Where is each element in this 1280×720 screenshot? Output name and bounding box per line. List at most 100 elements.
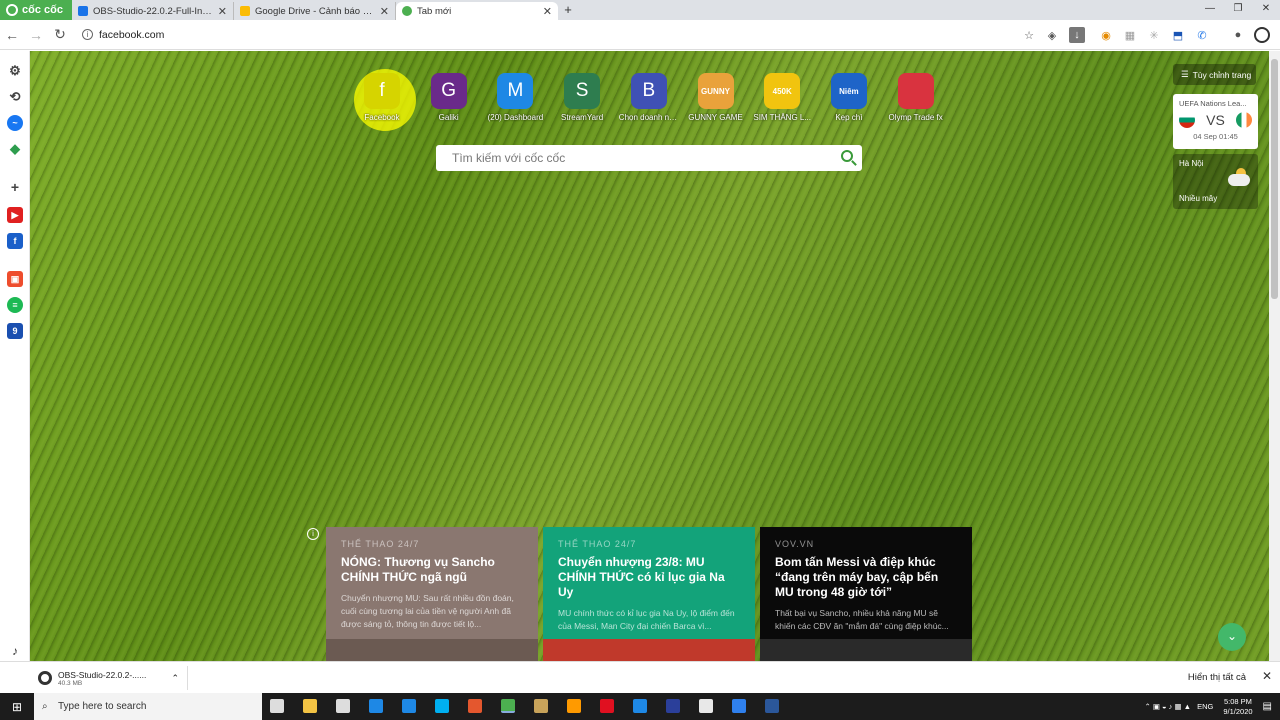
tab-title: Tab mới	[417, 5, 452, 17]
add-icon[interactable]: +	[7, 179, 23, 195]
menu-icon[interactable]	[1254, 27, 1270, 43]
coccoc-app-icon[interactable]	[468, 699, 482, 713]
chrome-icon[interactable]	[699, 699, 713, 713]
info-icon[interactable]: i	[82, 29, 93, 40]
sale-icon[interactable]: 9	[7, 323, 23, 339]
news-thumbnail	[543, 639, 755, 661]
download-icon[interactable]: ↓	[1069, 27, 1085, 43]
news-description: Thất bại vụ Sancho, nhiều khả năng MU sẽ…	[775, 608, 949, 631]
clock[interactable]: 5:08 PM 9/1/2020	[1223, 697, 1252, 717]
shortcut-gunny-game[interactable]: GUNNY GUNNY GAME	[686, 73, 746, 122]
tab-close-icon[interactable]: ✕	[380, 5, 389, 18]
tray-icons[interactable]: ⌃ ▣ ◒ ♪ ▦ ▲	[1144, 702, 1191, 711]
news-headline: Chuyển nhượng 23/8: MU CHÍNH THỨC có kỉ …	[558, 555, 725, 599]
news-card[interactable]: THỂ THAO 24/7 NÓNG: Thương vụ Sancho CHÍN…	[326, 527, 538, 661]
shortcut-olymp-trade-fx[interactable]: Olymp Trade fx	[886, 73, 946, 122]
notification-bell-icon[interactable]: ♪	[7, 643, 23, 659]
file-explorer-icon[interactable]	[303, 699, 317, 713]
extension-icon[interactable]: ◉	[1098, 27, 1114, 43]
download-item[interactable]: OBS-Studio-22.0.2-...... 40.3 MB ⌃	[38, 666, 188, 690]
match-date: 04 Sep 01:45	[1193, 132, 1238, 141]
chevron-up-icon[interactable]: ⌃	[171, 673, 179, 684]
close-window-button[interactable]: ✕	[1252, 0, 1280, 20]
illustrator-icon[interactable]	[567, 699, 581, 713]
extension-icon[interactable]: ✳	[1146, 27, 1162, 43]
tab-new[interactable]: Tab mới ✕	[396, 2, 558, 20]
profile-icon[interactable]: ●	[1230, 27, 1246, 43]
weather-widget[interactable]: Hà Nội Nhiều mây	[1173, 154, 1258, 209]
shortcut--20-dashboard[interactable]: M (20) Dashboard	[485, 73, 545, 122]
extension-icon[interactable]: ✆	[1194, 27, 1210, 43]
app-icon[interactable]	[633, 699, 647, 713]
photoshop-icon[interactable]	[666, 699, 680, 713]
shortcut-icon	[897, 73, 934, 109]
search-box[interactable]: Tìm kiếm với cốc cốc	[436, 145, 862, 171]
news-description: MU chính thức có kỉ lục gia Na Uy, lộ đi…	[558, 608, 735, 631]
address-text[interactable]: facebook.com	[99, 29, 164, 41]
news-card[interactable]: THỂ THAO 24/7 Chuyển nhượng 23/8: MU CHÍN…	[543, 527, 755, 661]
history-icon[interactable]: ⟲	[7, 89, 23, 105]
edge-icon[interactable]	[369, 699, 383, 713]
tab-google-drive[interactable]: Google Drive - Cảnh báo quét ✕	[234, 2, 396, 20]
back-icon[interactable]: ←	[0, 27, 24, 43]
close-download-bar-icon[interactable]: ✕	[1262, 669, 1272, 683]
windows-start-icon[interactable]: ⊞	[0, 700, 34, 714]
customize-page-button[interactable]: ☰ Tùy chỉnh trang	[1173, 64, 1256, 85]
coccoc-menu-button[interactable]: cốc cốc	[0, 0, 72, 20]
news-card[interactable]: VOV.VN Bom tấn Messi và điệp khúc “đang t…	[760, 527, 972, 661]
language-indicator[interactable]: ENG	[1197, 702, 1213, 711]
extension-icon[interactable]: ⬒	[1170, 27, 1186, 43]
shortcut-galiki[interactable]: G Galiki	[419, 73, 479, 122]
reload-icon[interactable]: ↻	[48, 26, 72, 43]
shortcut-icon: S	[564, 73, 601, 109]
youtube-icon[interactable]: ▶	[7, 207, 23, 223]
zalo-icon[interactable]	[732, 699, 746, 713]
store-icon[interactable]	[336, 699, 350, 713]
tab-obs[interactable]: OBS-Studio-22.0.2-Full-Install ✕	[72, 2, 234, 20]
maximize-button[interactable]: ❐	[1224, 0, 1252, 20]
messenger-icon[interactable]: ~	[7, 115, 23, 131]
show-all-downloads[interactable]: Hiển thị tất cả	[1188, 672, 1246, 683]
browser-toolbar: ← → ↻ i facebook.com	[0, 20, 1280, 50]
shortcut-facebook[interactable]: f Facebook	[352, 73, 412, 122]
task-view-icon[interactable]	[270, 699, 284, 713]
chevron-down-icon[interactable]: ⌄	[1218, 623, 1246, 651]
shortcut-streamyard[interactable]: S StreamYard	[552, 73, 612, 122]
star-icon[interactable]: ☆	[1021, 27, 1037, 43]
coccoc-icon[interactable]	[501, 699, 515, 713]
tab-close-icon[interactable]: ✕	[543, 5, 552, 18]
shortcut-label: Olymp Trade fx	[888, 113, 943, 122]
shortcut-ch-n-doanh-ng[interactable]: B Chọn doanh ng...	[619, 73, 679, 122]
forward-icon[interactable]: →	[24, 27, 48, 43]
tab-strip: cốc cốc OBS-Studio-22.0.2-Full-Install ✕ …	[0, 0, 1280, 20]
info-icon[interactable]: i	[307, 528, 319, 540]
mail-icon[interactable]	[402, 699, 416, 713]
brand-label: cốc cốc	[22, 4, 63, 16]
taskbar-search[interactable]: ⌕ Type here to search	[34, 693, 262, 720]
shopee-icon[interactable]: ▣	[7, 271, 23, 287]
gamepad-icon[interactable]: ◆	[7, 141, 23, 157]
new-tab-button[interactable]: +	[558, 2, 578, 20]
scrollbar[interactable]	[1269, 51, 1280, 661]
facebook-icon[interactable]: f	[7, 233, 23, 249]
match-widget[interactable]: UEFA Nations Lea... VS 04 Sep 01:45	[1173, 94, 1258, 149]
opera-icon[interactable]	[600, 699, 614, 713]
skype-icon[interactable]	[435, 699, 449, 713]
minimize-button[interactable]: —	[1196, 0, 1224, 20]
media-icon[interactable]	[534, 699, 548, 713]
spotify-icon[interactable]: ≡	[7, 297, 23, 313]
search-icon[interactable]	[841, 150, 853, 162]
shield-icon[interactable]: ◈	[1044, 27, 1060, 43]
scrollbar-thumb[interactable]	[1271, 59, 1278, 299]
settings-icon[interactable]: ⚙	[7, 63, 23, 79]
word-icon[interactable]	[765, 699, 779, 713]
shortcut-k-p-ch[interactable]: Niêm Kẹp chì	[819, 73, 879, 122]
shortcut-label: (20) Dashboard	[487, 113, 544, 122]
notification-icon[interactable]: ▤	[1263, 701, 1272, 712]
tab-close-icon[interactable]: ✕	[218, 5, 227, 18]
news-headline: NÓNG: Thương vụ Sancho CHÍNH THỨC ngã ng…	[341, 555, 495, 584]
shortcut-sim-th-ng-l[interactable]: 450K SIM THĂNG L...	[752, 73, 812, 122]
address-bar[interactable]: i facebook.com	[82, 24, 1012, 46]
extension-icon[interactable]: ▦	[1122, 27, 1138, 43]
clock-date: 9/1/2020	[1223, 706, 1253, 716]
